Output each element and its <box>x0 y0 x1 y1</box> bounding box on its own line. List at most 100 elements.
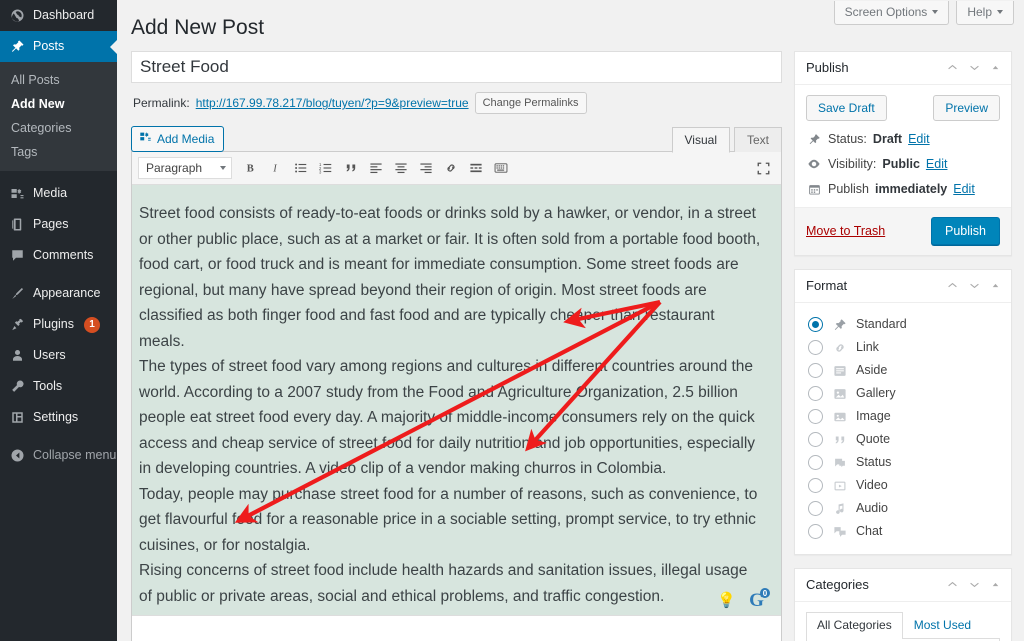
preview-button[interactable]: Preview <box>933 95 1000 122</box>
sidebar-item-label: Dashboard <box>33 8 95 22</box>
image-icon <box>831 408 848 425</box>
sidebar-item-label: Collapse menu <box>33 448 117 462</box>
format-option-status[interactable]: Status <box>806 451 1000 474</box>
screen-options-button[interactable]: Screen Options <box>833 1 950 25</box>
tab-visual[interactable]: Visual <box>671 127 730 154</box>
sidebar-item-label: Posts <box>33 39 65 53</box>
radio-chat[interactable] <box>808 524 823 540</box>
move-down-icon[interactable] <box>968 578 981 591</box>
grammarly-icon[interactable]: G 0 <box>746 588 770 611</box>
format-option-link[interactable]: Link <box>806 336 1000 359</box>
sidebar-item-tools[interactable]: Tools <box>0 371 117 402</box>
radio-quote[interactable] <box>808 432 823 448</box>
radio-image[interactable] <box>808 409 823 425</box>
metabox-controls <box>946 578 1001 591</box>
radio-standard[interactable] <box>808 317 823 333</box>
radio-gallery[interactable] <box>808 386 823 402</box>
collapse-icon <box>9 447 26 464</box>
align-right-icon[interactable] <box>414 157 437 179</box>
submenu-item-categories[interactable]: Categories <box>0 116 117 140</box>
format-metabox-body: Standard Link Aside Gallery Image Quote … <box>795 303 1011 554</box>
format-option-quote[interactable]: Quote <box>806 428 1000 451</box>
lightbulb-icon[interactable]: 💡 <box>717 593 736 608</box>
format-option-audio[interactable]: Audio <box>806 497 1000 520</box>
pin-icon <box>806 133 822 146</box>
italic-icon[interactable]: I <box>264 157 287 179</box>
save-draft-button[interactable]: Save Draft <box>806 95 887 122</box>
schedule-edit-link[interactable]: Edit <box>953 182 975 196</box>
align-center-icon[interactable] <box>389 157 412 179</box>
help-button[interactable]: Help <box>956 1 1014 25</box>
bulleted-list-icon[interactable] <box>289 157 312 179</box>
read-more-icon[interactable] <box>464 157 487 179</box>
editor-container: Paragraph B I 123 Street food consists o… <box>131 151 782 641</box>
move-up-icon[interactable] <box>946 578 959 591</box>
bold-icon[interactable]: B <box>239 157 262 179</box>
visibility-label: Visibility: <box>828 157 877 172</box>
permalink-url-link[interactable]: http://167.99.78.217/blog/tuyen/?p=9&pre… <box>196 96 469 110</box>
sidebar-item-label: Media <box>33 186 68 200</box>
move-up-icon[interactable] <box>946 279 959 292</box>
submenu-item-tags[interactable]: Tags <box>0 140 117 164</box>
paragraph-format-select[interactable]: Paragraph <box>138 157 232 180</box>
tab-all-categories[interactable]: All Categories <box>806 612 903 640</box>
gallery-icon <box>831 385 848 402</box>
schedule-value: immediately <box>875 182 948 197</box>
link-icon[interactable] <box>439 157 462 179</box>
radio-video[interactable] <box>808 478 823 494</box>
plugins-update-badge: 1 <box>84 316 100 333</box>
radio-link[interactable] <box>808 340 823 356</box>
sidebar-item-posts[interactable]: Posts <box>0 31 118 62</box>
radio-aside[interactable] <box>808 363 823 379</box>
format-option-standard[interactable]: Standard <box>806 313 1000 336</box>
visibility-edit-link[interactable]: Edit <box>926 157 948 171</box>
add-media-button[interactable]: Add Media <box>131 126 225 153</box>
submenu-item-add-new[interactable]: Add New <box>0 92 117 116</box>
format-option-gallery[interactable]: Gallery <box>806 382 1000 405</box>
align-left-icon[interactable] <box>364 157 387 179</box>
editor-content-area[interactable]: Street food consists of ready-to-eat foo… <box>132 185 781 616</box>
radio-status[interactable] <box>808 455 823 471</box>
numbered-list-icon[interactable]: 123 <box>314 157 337 179</box>
sidebar-item-comments[interactable]: Comments <box>0 240 117 271</box>
format-option-aside[interactable]: Aside <box>806 359 1000 382</box>
radio-audio[interactable] <box>808 501 823 517</box>
sidebar-item-media[interactable]: Media <box>0 178 117 209</box>
tab-most-used[interactable]: Most Used <box>903 612 982 638</box>
move-down-icon[interactable] <box>968 279 981 292</box>
editor-resize-area[interactable] <box>132 615 781 641</box>
format-option-image[interactable]: Image <box>806 405 1000 428</box>
sidebar-item-label: Appearance <box>33 286 101 300</box>
publish-button[interactable]: Publish <box>931 217 1000 246</box>
toggle-panel-icon[interactable] <box>990 280 1001 291</box>
blockquote-icon[interactable] <box>339 157 362 179</box>
visibility-value: Public <box>882 157 920 172</box>
categories-tabs: All Categories Most Used <box>806 612 1000 640</box>
toggle-panel-icon[interactable] <box>990 579 1001 590</box>
change-permalinks-button[interactable]: Change Permalinks <box>474 92 587 115</box>
post-title-input[interactable] <box>131 51 782 84</box>
post-paragraph: Rising concerns of street food include h… <box>139 562 748 605</box>
chevron-down-icon <box>932 10 939 14</box>
toggle-panel-icon[interactable] <box>990 62 1001 73</box>
move-down-icon[interactable] <box>968 61 981 74</box>
sidebar-item-pages[interactable]: Pages <box>0 209 117 240</box>
fullscreen-icon[interactable] <box>752 157 775 179</box>
format-metabox: Format Standard Link Aside Gallery Image… <box>794 269 1012 556</box>
sidebar-item-settings[interactable]: Settings <box>0 402 117 433</box>
submenu-item-all-posts[interactable]: All Posts <box>0 68 117 92</box>
format-option-chat[interactable]: Chat <box>806 520 1000 543</box>
categories-metabox-title: Categories <box>806 577 869 593</box>
move-up-icon[interactable] <box>946 61 959 74</box>
sidebar-item-appearance[interactable]: Appearance <box>0 278 117 309</box>
sidebar-item-dashboard[interactable]: Dashboard <box>0 0 117 31</box>
status-edit-link[interactable]: Edit <box>908 132 930 146</box>
tab-text[interactable]: Text <box>733 127 782 153</box>
publish-metabox: Publish Save Draft Preview Status: Draft… <box>794 51 1012 257</box>
sidebar-item-collapse-menu[interactable]: Collapse menu <box>0 440 117 471</box>
format-option-video[interactable]: Video <box>806 474 1000 497</box>
move-to-trash-link[interactable]: Move to Trash <box>806 224 885 238</box>
sidebar-item-users[interactable]: Users <box>0 340 117 371</box>
toolbar-toggle-icon[interactable] <box>489 157 512 179</box>
sidebar-item-plugins[interactable]: Plugins 1 <box>0 309 117 340</box>
